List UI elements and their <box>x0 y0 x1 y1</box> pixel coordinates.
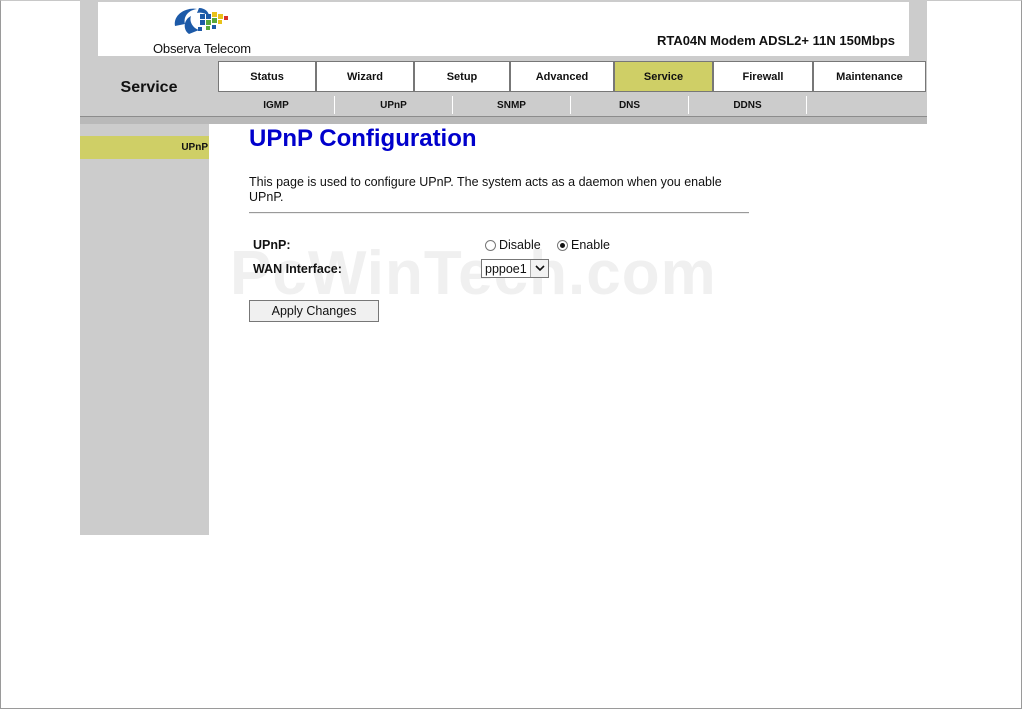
brand-logo: Observa Telecom <box>153 4 278 56</box>
tab-wizard[interactable]: Wizard <box>316 61 414 92</box>
subtab-separator <box>806 96 807 114</box>
tab-service[interactable]: Service <box>614 61 713 92</box>
radio-unchecked-icon[interactable] <box>485 239 496 251</box>
wan-interface-label: WAN Interface: <box>253 262 342 276</box>
upnp-disable-radio[interactable]: Disable <box>485 238 541 252</box>
subtab-igmp[interactable]: IGMP <box>218 94 334 116</box>
tab-maintenance[interactable]: Maintenance <box>813 61 926 92</box>
tab-setup[interactable]: Setup <box>414 61 510 92</box>
subtab-upnp[interactable]: UPnP <box>335 94 452 116</box>
upnp-enable-radio[interactable]: Enable <box>557 238 610 252</box>
enable-label: Enable <box>571 238 610 252</box>
sidebar: UPnP <box>80 124 209 535</box>
apply-changes-button[interactable]: Apply Changes <box>249 300 379 322</box>
content-divider <box>249 212 749 214</box>
wan-interface-select[interactable]: pppoe1 <box>481 259 549 278</box>
wan-interface-value: pppoe1 <box>485 261 527 276</box>
sub-tabs: IGMP UPnP SNMP DNS DDNS <box>218 94 927 116</box>
sidebar-item-upnp[interactable]: UPnP <box>80 136 209 159</box>
banner: Observa Telecom RTA04N Modem ADSL2+ 11N … <box>98 2 909 56</box>
section-title: Service <box>120 79 178 96</box>
modem-model: RTA04N Modem ADSL2+ 11N 150Mbps <box>656 33 895 48</box>
brand-name: Observa Telecom <box>153 41 251 56</box>
upnp-label: UPnP: <box>253 238 291 252</box>
tab-status[interactable]: Status <box>218 61 316 92</box>
tab-advanced[interactable]: Advanced <box>510 61 614 92</box>
subtab-dns[interactable]: DNS <box>571 94 688 116</box>
main-tabs: Status Wizard Setup Advanced Service Fir… <box>218 60 927 94</box>
observa-telecom-logo-icon <box>174 8 228 34</box>
page-description: This page is used to configure UPnP. The… <box>249 175 722 204</box>
disable-label: Disable <box>499 238 541 252</box>
subtab-ddns[interactable]: DDNS <box>689 94 806 116</box>
subtab-snmp[interactable]: SNMP <box>453 94 570 116</box>
radio-checked-icon[interactable] <box>557 239 568 251</box>
chevron-down-icon[interactable] <box>530 260 548 277</box>
section-header: Service <box>80 62 218 117</box>
tab-firewall[interactable]: Firewall <box>713 61 813 92</box>
header-divider <box>80 116 927 124</box>
page-title: UPnP Configuration <box>249 125 477 152</box>
